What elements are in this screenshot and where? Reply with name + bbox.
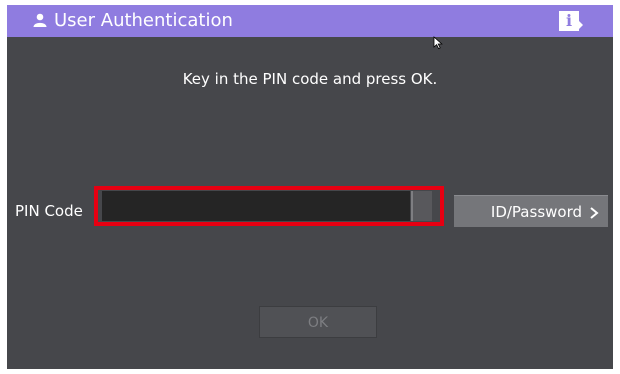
id-password-button[interactable]: ID/Password [454, 195, 608, 227]
id-password-label: ID/Password [490, 203, 582, 221]
pin-code-label: PIN Code [15, 202, 83, 220]
chevron-right-icon [590, 207, 599, 219]
user-icon [33, 13, 47, 27]
instruction-text: Key in the PIN code and press OK. [182, 70, 438, 88]
ok-button[interactable]: OK [259, 306, 377, 338]
auth-dialog: User Authentication i Key in the PIN cod… [7, 5, 613, 369]
info-icon[interactable]: i [559, 11, 583, 31]
mouse-pointer-icon [433, 36, 443, 50]
pin-clear-button[interactable] [411, 191, 432, 221]
dialog-title: User Authentication [54, 10, 233, 31]
title-bar: User Authentication i [7, 5, 613, 37]
pin-code-input[interactable] [102, 191, 410, 221]
